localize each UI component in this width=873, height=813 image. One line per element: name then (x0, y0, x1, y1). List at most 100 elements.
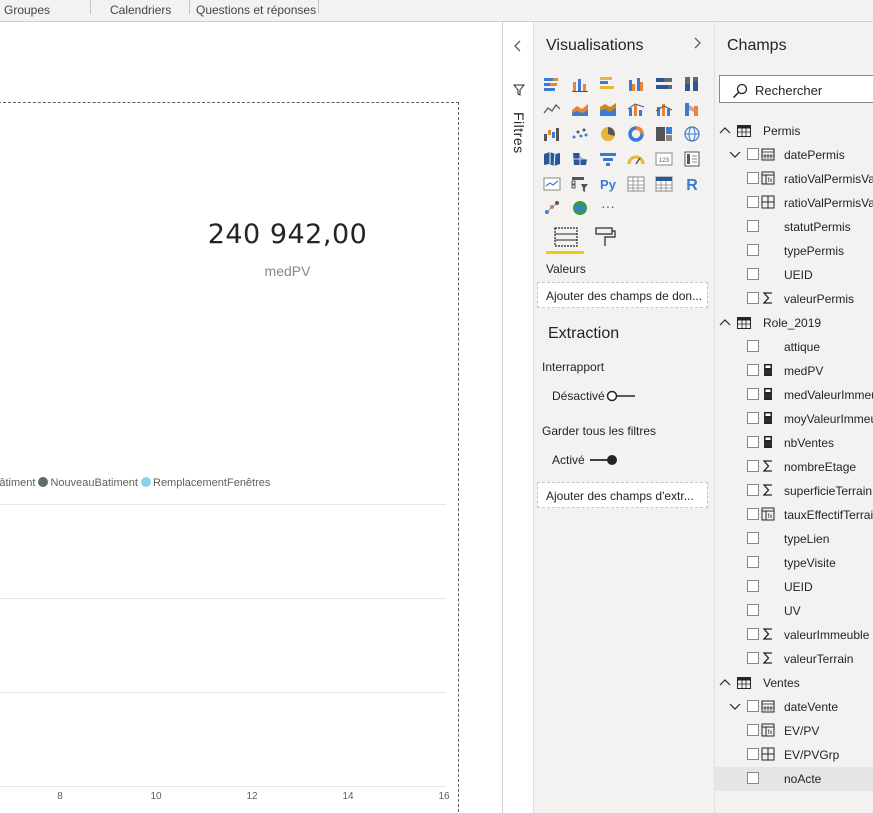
field-row[interactable]: typePermis (715, 239, 873, 263)
search-input[interactable]: Rechercher (755, 83, 822, 98)
100-stacked-bar-icon[interactable] (655, 76, 673, 92)
field-row[interactable]: UV (715, 599, 873, 623)
chevron-up-icon[interactable] (719, 318, 731, 326)
field-row[interactable]: EV/PV fx (715, 719, 873, 743)
field-checkbox[interactable] (747, 604, 759, 616)
ribbon-chart-icon[interactable] (683, 101, 701, 117)
fields-search-box[interactable]: Rechercher (719, 75, 873, 103)
field-row[interactable]: UEID (715, 263, 873, 287)
table-header-row[interactable]: Ventes (715, 671, 873, 695)
key-influencers-icon[interactable] (543, 200, 561, 216)
report-canvas[interactable]: 240 942,00 medPV Bâtiment NouveauBatimen… (0, 22, 502, 813)
selected-visual-container[interactable] (0, 102, 459, 813)
matrix-visual-icon[interactable] (655, 176, 673, 192)
scatter-chart-icon[interactable] (571, 126, 589, 142)
arcgis-map-icon[interactable] (571, 200, 589, 216)
field-checkbox[interactable] (747, 628, 759, 640)
field-row[interactable]: datePermis (715, 143, 873, 167)
collapse-chevron-left-icon[interactable] (513, 40, 523, 52)
stacked-column-chart-icon[interactable] (571, 76, 589, 92)
field-row[interactable]: dateVente (715, 695, 873, 719)
field-row[interactable]: statutPermis (715, 215, 873, 239)
line-clustered-column-icon[interactable] (627, 101, 645, 117)
field-row[interactable]: attique (715, 335, 873, 359)
field-row[interactable]: medValeurImmeu (715, 383, 873, 407)
chevron-down-icon[interactable] (729, 703, 741, 711)
multi-row-card-icon[interactable] (683, 151, 701, 167)
table-header-row[interactable]: Role_2019 (715, 311, 873, 335)
field-checkbox[interactable] (747, 244, 759, 256)
table-visual-icon[interactable] (627, 176, 645, 192)
field-checkbox[interactable] (747, 748, 759, 760)
field-checkbox[interactable] (747, 460, 759, 472)
fields-tab-icon[interactable] (554, 226, 578, 248)
field-row[interactable]: superficieTerrain (715, 479, 873, 503)
slicer-icon[interactable] (571, 176, 589, 192)
filters-label[interactable]: Filtres (511, 112, 527, 154)
treemap-icon[interactable] (655, 126, 673, 142)
clustered-bar-chart-icon[interactable] (599, 76, 617, 92)
field-row[interactable]: typeLien (715, 527, 873, 551)
field-checkbox[interactable] (747, 364, 759, 376)
chevron-up-icon[interactable] (719, 126, 731, 134)
field-checkbox[interactable] (747, 292, 759, 304)
python-visual-icon[interactable]: Py (599, 176, 617, 192)
cross-report-toggle[interactable] (606, 390, 636, 402)
filters-pane-collapsed[interactable]: Filtres (502, 22, 534, 813)
donut-chart-icon[interactable] (627, 126, 645, 142)
kpi-icon[interactable] (543, 176, 561, 192)
field-checkbox[interactable] (747, 508, 759, 520)
gauge-icon[interactable] (627, 151, 645, 167)
field-row[interactable]: EV/PVGrp (715, 743, 873, 767)
field-row[interactable]: valeurTerrain (715, 647, 873, 671)
field-row[interactable]: ratioValPermisVa fx (715, 167, 873, 191)
format-paintroller-icon[interactable] (594, 226, 618, 248)
field-row[interactable]: UEID (715, 575, 873, 599)
field-row[interactable]: nombreEtage (715, 455, 873, 479)
filled-map-icon[interactable] (543, 151, 561, 167)
field-checkbox[interactable] (747, 484, 759, 496)
field-row[interactable]: medPV (715, 359, 873, 383)
field-checkbox[interactable] (747, 220, 759, 232)
field-checkbox[interactable] (747, 556, 759, 568)
keep-all-filters-toggle[interactable] (589, 454, 619, 466)
legend-item-nouveau-batiment[interactable]: NouveauBatiment (38, 477, 138, 489)
field-row[interactable]: moyValeurImmeu (715, 407, 873, 431)
field-checkbox[interactable] (747, 412, 759, 424)
chevron-up-icon[interactable] (719, 678, 731, 686)
field-checkbox[interactable] (747, 172, 759, 184)
100-stacked-column-icon[interactable] (683, 76, 701, 92)
more-visuals-icon[interactable]: ··· (599, 198, 617, 214)
field-checkbox[interactable] (747, 340, 759, 352)
clustered-column-chart-icon[interactable] (627, 76, 645, 92)
area-chart-icon[interactable] (571, 101, 589, 117)
field-row[interactable]: nbVentes (715, 431, 873, 455)
field-checkbox[interactable] (747, 532, 759, 544)
collapse-chevron-right-icon[interactable] (692, 36, 702, 50)
field-checkbox[interactable] (747, 700, 759, 712)
drillthrough-drop-well[interactable]: Ajouter des champs d'extr... (537, 482, 708, 508)
pie-chart-icon[interactable] (599, 126, 617, 142)
field-row[interactable]: typeVisite (715, 551, 873, 575)
r-visual-icon[interactable]: R (683, 176, 701, 192)
stacked-area-chart-icon[interactable] (599, 101, 617, 117)
shape-map-icon[interactable] (571, 151, 589, 167)
field-row[interactable]: valeurPermis (715, 287, 873, 311)
field-row[interactable]: valeurImmeuble (715, 623, 873, 647)
map-globe-icon[interactable] (683, 126, 701, 142)
legend-item-remplacement-fenetres[interactable]: RemplacementFenêtres (141, 477, 270, 489)
field-checkbox[interactable] (747, 772, 759, 784)
field-row[interactable]: ratioValPermisVa (715, 191, 873, 215)
field-checkbox[interactable] (747, 580, 759, 592)
field-checkbox[interactable] (747, 724, 759, 736)
field-checkbox[interactable] (747, 148, 759, 160)
field-row[interactable]: tauxEffectifTerrai fx (715, 503, 873, 527)
field-checkbox[interactable] (747, 436, 759, 448)
line-stacked-column-icon[interactable] (655, 101, 673, 117)
stacked-bar-chart-icon[interactable] (543, 76, 561, 92)
field-checkbox[interactable] (747, 196, 759, 208)
values-drop-well[interactable]: Ajouter des champs de don... (537, 282, 708, 308)
field-checkbox[interactable] (747, 268, 759, 280)
field-row[interactable]: noActe (715, 767, 873, 791)
field-checkbox[interactable] (747, 388, 759, 400)
